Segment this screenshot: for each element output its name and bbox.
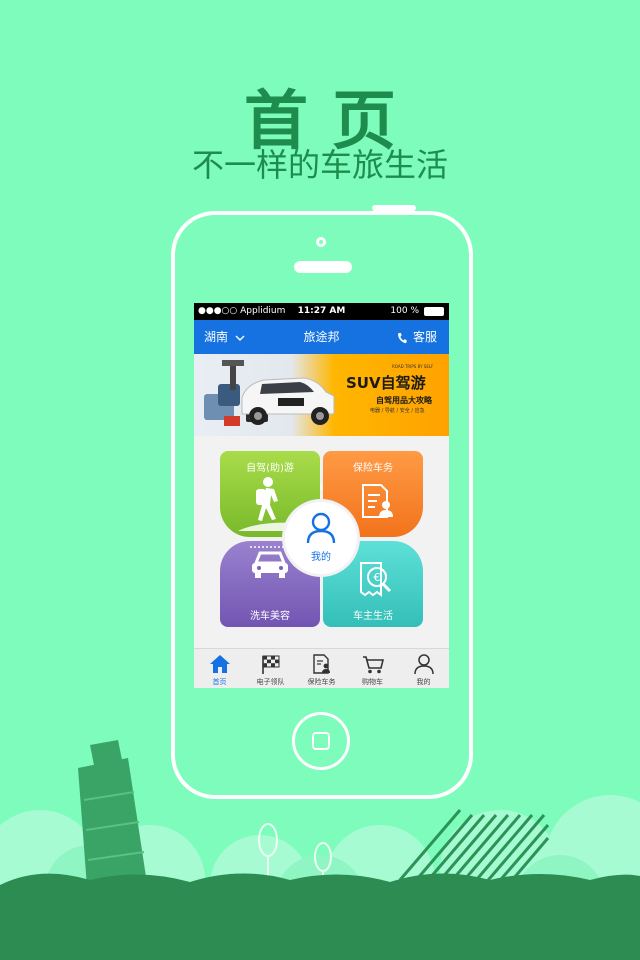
tab-mine[interactable]: 我的 (398, 649, 449, 688)
battery-label: 100 % (390, 306, 419, 316)
tab-label: 我的 (416, 678, 431, 686)
home-icon (210, 655, 230, 673)
document-person-icon (313, 654, 330, 674)
suv-car-image (204, 360, 335, 426)
tab-insurance[interactable]: 保险车务 (296, 649, 347, 688)
checkered-flag-icon (262, 655, 280, 674)
banner-tagline: ROAD TRIPS BY SELF (392, 364, 434, 369)
document-person-icon (362, 484, 393, 518)
user-icon (414, 654, 434, 675)
banner-headline: SUV自驾游 (346, 374, 426, 392)
tab-bar: 首页 电子领队 保险车务 购物车 我的 (194, 648, 449, 688)
home-square-icon (312, 732, 330, 750)
tile-label: 保险车务 (353, 463, 393, 474)
page-subheading: 不一样的车旅生活 (191, 146, 448, 184)
tab-label: 保险车务 (307, 678, 336, 686)
nav-bar: 湖南 旅途邦 客服 (194, 320, 449, 354)
tab-e-leader[interactable]: 电子领队 (245, 649, 296, 688)
banner-subheadline: 自驾用品大攻略 (376, 396, 432, 405)
euro-receipt-icon: € (360, 562, 392, 597)
phone-camera (316, 237, 326, 247)
shopping-cart-icon (363, 656, 384, 674)
tab-label: 购物车 (362, 678, 383, 686)
my-center-button[interactable]: 我的 (285, 502, 357, 574)
tile-label: 自驾(助)游 (246, 463, 294, 474)
promo-banner[interactable]: ROAD TRIPS BY SELF SUV自驾游 自驾用品大攻略 电器 / 导… (194, 354, 449, 490)
tile-label: 洗车美容 (250, 611, 290, 622)
tile-label: 车主生活 (353, 611, 393, 622)
svg-text:€: € (374, 571, 381, 584)
app-screen: ●●●○○ Applidium 11:27 AM 100 % 湖南 旅途邦 客服 (194, 303, 449, 688)
customer-service-label: 客服 (412, 330, 437, 344)
banner-tags: 电器 / 导航 / 安全 / 应急 (370, 408, 425, 414)
customer-service-button[interactable]: 客服 (397, 320, 437, 354)
tab-home[interactable]: 首页 (194, 649, 245, 688)
user-icon (306, 512, 336, 544)
battery-icon (424, 307, 444, 316)
phone-speaker (294, 261, 352, 273)
phone-icon (398, 332, 407, 343)
ground-hills (0, 873, 640, 960)
status-bar: ●●●○○ Applidium 11:27 AM 100 % (194, 303, 449, 320)
center-label: 我的 (311, 552, 331, 563)
tab-label: 电子领队 (256, 678, 285, 686)
tab-label: 首页 (212, 678, 227, 686)
tab-cart[interactable]: 购物车 (347, 649, 398, 688)
